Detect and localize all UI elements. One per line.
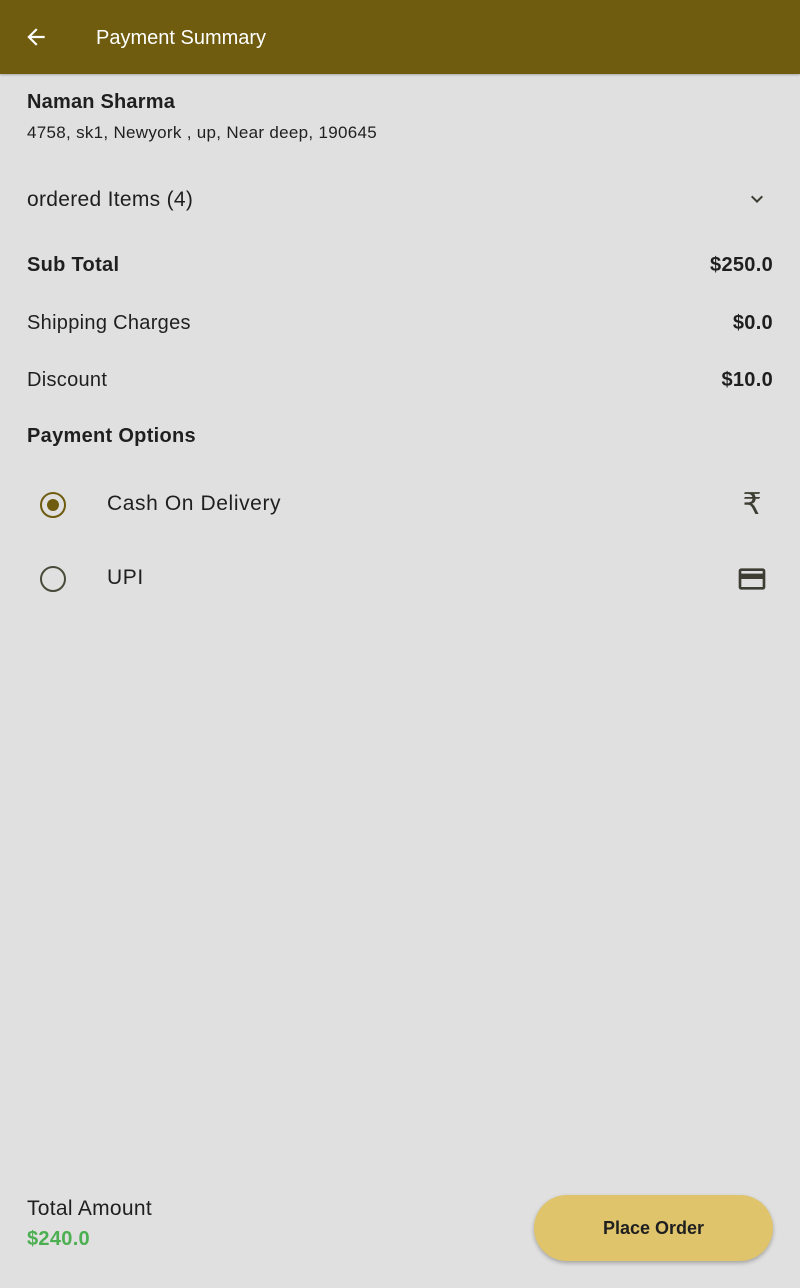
shipping-label: Shipping Charges <box>27 311 191 334</box>
app-bar: Payment Summary <box>0 0 800 74</box>
subtotal-label: Sub Total <box>27 253 120 276</box>
cod-label: Cash On Delivery <box>107 492 282 515</box>
payment-option-upi[interactable]: UPI <box>0 541 800 615</box>
cod-radio[interactable] <box>40 492 66 518</box>
payment-options-title: Payment Options <box>27 425 196 447</box>
rupee-icon: ₹ <box>742 488 762 521</box>
subtotal-row: Sub Total $250.0 <box>27 250 773 280</box>
ordered-items-label: ordered Items (4) <box>27 188 194 211</box>
total-amount-value: $240.0 <box>27 1228 90 1250</box>
subtotal-value: $250.0 <box>710 253 773 276</box>
back-button[interactable] <box>14 15 58 59</box>
arrow-left-icon <box>27 28 45 46</box>
shipping-row: Shipping Charges $0.0 <box>27 308 773 338</box>
place-order-button[interactable]: Place Order <box>534 1195 773 1261</box>
chevron-down-icon <box>751 195 763 203</box>
address-line: 4758, sk1, Newyork , up, Near deep, 1906… <box>27 123 377 142</box>
upi-radio[interactable] <box>40 566 66 592</box>
upi-label: UPI <box>107 566 144 589</box>
shipping-value: $0.0 <box>732 311 773 334</box>
credit-card-icon <box>736 563 768 595</box>
page-title: Payment Summary <box>96 27 267 49</box>
discount-label: Discount <box>27 368 108 391</box>
discount-value: $10.0 <box>721 368 773 391</box>
address-name: Naman Sharma <box>27 91 176 113</box>
payment-summary-screen: Payment Summary Naman Sharma 4758, sk1, … <box>0 0 800 1288</box>
ordered-items-expander[interactable]: ordered Items (4) <box>0 170 800 228</box>
discount-row: Discount $10.0 <box>27 365 773 395</box>
payment-option-cod[interactable]: Cash On Delivery ₹ <box>0 467 800 541</box>
total-amount-label: Total Amount <box>27 1197 153 1220</box>
